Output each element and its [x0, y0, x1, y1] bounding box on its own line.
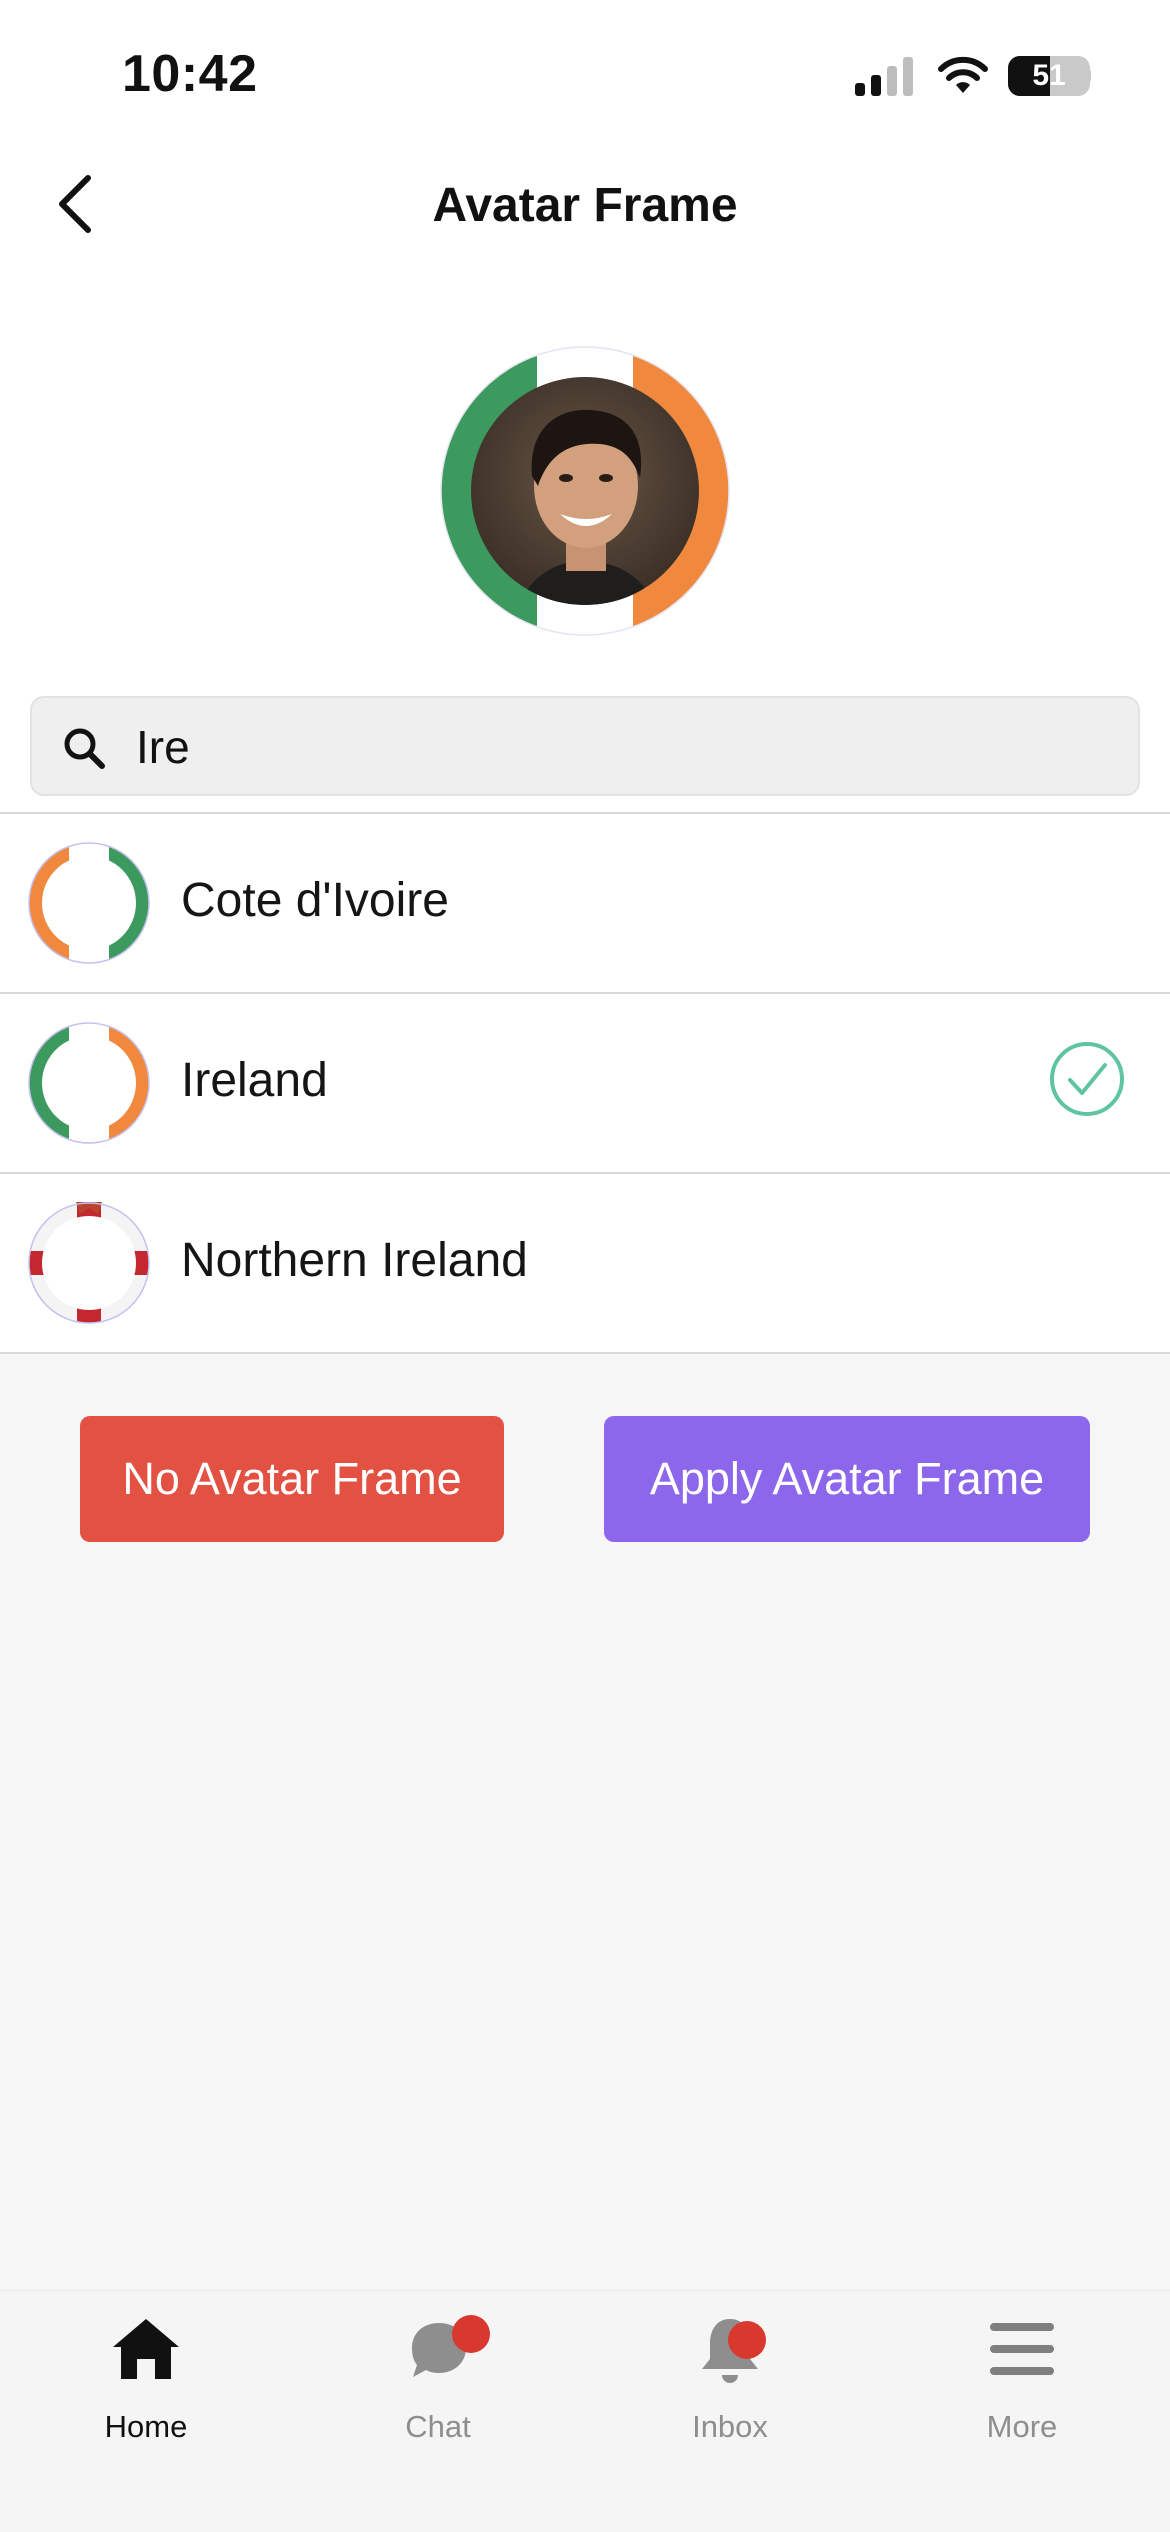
list-item-northern-ireland[interactable]: Northern Ireland — [0, 1174, 1170, 1352]
list-item-cote-divoire[interactable]: Cote d'Ivoire — [0, 814, 1170, 992]
search-icon — [64, 728, 105, 769]
battery-indicator: 51 — [1008, 56, 1090, 96]
tab-inbox[interactable]: Inbox — [584, 2291, 876, 2532]
flag-frame-icon — [28, 842, 150, 964]
home-icon — [113, 2319, 179, 2379]
check-circle-icon — [1050, 1042, 1124, 1116]
wifi-icon — [938, 56, 988, 93]
tab-chat[interactable]: Chat — [292, 2291, 584, 2532]
search-input[interactable]: Ire — [136, 720, 190, 774]
list-item-label: Northern Ireland — [181, 1234, 528, 1287]
avatar-preview — [440, 346, 730, 636]
list-item-label: Ireland — [181, 1054, 328, 1107]
menu-icon — [990, 2323, 1054, 2375]
inbox-badge — [728, 2321, 766, 2359]
page-title: Avatar Frame — [432, 179, 738, 232]
no-avatar-frame-button[interactable]: No Avatar Frame — [80, 1416, 504, 1542]
status-time: 10:42 — [122, 45, 258, 103]
search-bar[interactable]: Ire — [30, 696, 1140, 796]
list-item-label: Cote d'Ivoire — [181, 874, 449, 927]
tab-bar: Home Chat Inbox More — [0, 2290, 1170, 2532]
apply-avatar-frame-button[interactable]: Apply Avatar Frame — [604, 1416, 1090, 1542]
cellular-signal-icon — [855, 57, 913, 96]
flag-frame-icon — [28, 1202, 150, 1324]
battery-percent: 51 — [1032, 59, 1066, 92]
battery-nub — [1086, 68, 1091, 83]
tab-label: More — [986, 2409, 1058, 2444]
tab-label: Home — [104, 2409, 188, 2444]
divider — [0, 1352, 1170, 1354]
chat-badge — [452, 2315, 490, 2353]
flag-frame-icon — [28, 1022, 150, 1144]
tab-home[interactable]: Home — [0, 2291, 292, 2532]
tab-label: Inbox — [692, 2409, 768, 2444]
list-item-ireland[interactable]: Ireland — [0, 994, 1170, 1172]
tab-more[interactable]: More — [876, 2291, 1168, 2532]
tab-label: Chat — [405, 2409, 471, 2444]
